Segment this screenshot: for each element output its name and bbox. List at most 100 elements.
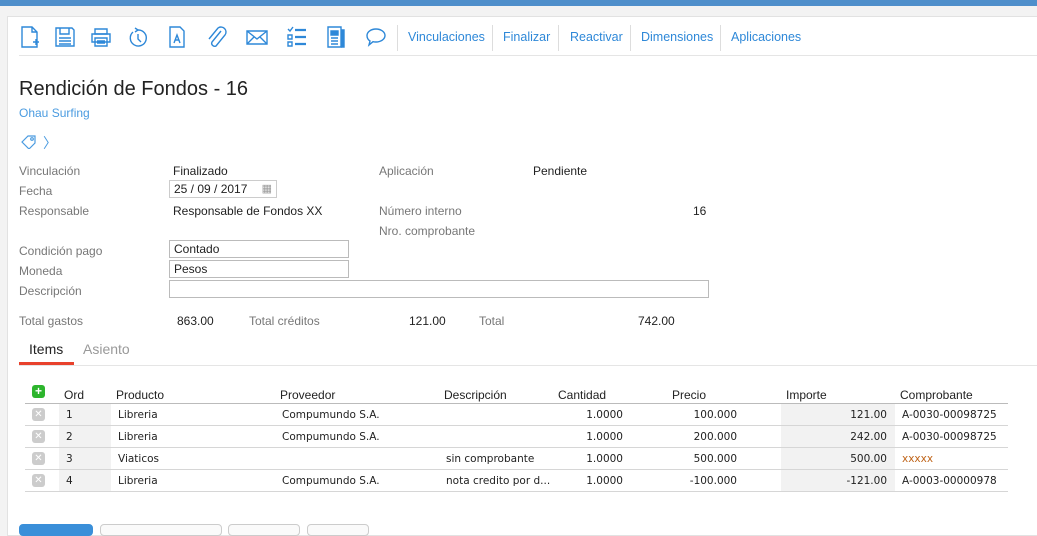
report-icon[interactable] [325,25,347,49]
cell-producto: Libreria [118,409,158,421]
cell-ord: 1 [66,409,73,421]
table-row[interactable]: ✕ 1 Libreria Compumundo S.A. 1.0000 100.000 12… [25,404,1008,426]
delete-row-icon[interactable]: ✕ [32,430,45,443]
table-row[interactable]: ✕ 3 Viaticos sin comprobante 1.0000 500.000 50… [25,448,1008,470]
cell-importe: 500.00 [850,453,887,465]
cell-comprobante: A-0003-00000978 [902,475,997,487]
numero-interno-label: Número interno [379,204,462,218]
cell-importe: 242.00 [850,431,887,443]
header-cantidad: Cantidad [558,388,607,402]
tabs-divider [19,365,1037,366]
total-gastos-value: 863.00 [177,314,214,328]
table-row[interactable]: ✕ 2 Libreria Compumundo S.A. 1.0000 200.000 24… [25,426,1008,448]
add-row-button[interactable]: + [32,385,45,398]
header-descripcion: Descripción [444,388,507,402]
dimensiones-link[interactable]: Dimensiones [641,30,713,44]
cell-proveedor: Compumundo S.A. [282,431,380,443]
tag-icon[interactable] [21,135,37,150]
cell-descripcion: sin comprobante [446,453,535,465]
responsable-label: Responsable [19,204,90,218]
toolbar-divider [397,25,398,51]
cell-cantidad: 1.0000 [586,409,623,421]
header-precio: Precio [672,388,707,402]
aplicacion-label: Aplicación [379,164,434,178]
cell-proveedor: Compumundo S.A. [282,409,380,421]
descripcion-input[interactable] [169,280,709,298]
nro-comprobante-label: Nro. comprobante [379,224,476,238]
checklist-icon[interactable] [286,25,308,49]
aplicaciones-link[interactable]: Aplicaciones [731,30,801,44]
cell-producto: Libreria [118,431,158,443]
total-label: Total [479,314,505,328]
vinculacion-value: Finalizado [173,164,228,178]
cell-comprobante: A-0030-00098725 [902,409,997,421]
toolbar-divider [630,25,631,51]
cell-cantidad: 1.0000 [586,475,623,487]
delete-row-icon[interactable]: ✕ [32,452,45,465]
finalizar-link[interactable]: Finalizar [503,30,550,44]
condicion-pago-label: Condición pago [19,244,103,258]
primary-button[interactable] [19,524,93,536]
cell-producto: Viaticos [118,453,160,465]
chevron-right-icon[interactable]: 〉 [43,133,57,153]
toolbar-divider [558,25,559,51]
total-creditos-label: Total créditos [249,314,320,328]
history-icon[interactable] [127,25,149,49]
email-icon[interactable] [246,25,268,49]
fecha-label: Fecha [19,184,53,198]
company-link[interactable]: Ohau Surfing [19,106,90,120]
cell-cantidad: 1.0000 [586,431,623,443]
moneda-input[interactable]: Pesos [169,260,349,278]
top-bar [0,0,1037,6]
new-document-icon[interactable] [19,25,41,49]
cell-ord: 4 [66,475,73,487]
vinculacion-label: Vinculación [19,164,81,178]
delete-row-icon[interactable]: ✕ [32,474,45,487]
fecha-input[interactable]: 25 / 09 / 2017 ▦ [169,180,277,198]
toolbar-separator [19,55,1037,56]
delete-row-icon[interactable]: ✕ [32,408,45,421]
toolbar-divider [492,25,493,51]
toolbar-divider [720,25,721,51]
total-gastos-label: Total gastos [19,314,84,328]
cell-comprobante: xxxxx [902,453,934,465]
tab-items[interactable]: Items [29,341,63,357]
calendar-icon[interactable]: ▦ [262,182,272,195]
print-icon[interactable] [90,25,112,49]
cell-importe: -121.00 [846,475,887,487]
cell-precio: 100.000 [693,409,737,421]
header-producto: Producto [116,388,165,402]
cell-precio: -100.000 [689,475,737,487]
reactivar-link[interactable]: Reactivar [570,30,623,44]
cell-proveedor: Compumundo S.A. [282,475,380,487]
tab-asiento[interactable]: Asiento [83,341,130,357]
descripcion-label: Descripción [19,284,82,298]
vinculaciones-link[interactable]: Vinculaciones [408,30,485,44]
cell-importe: 121.00 [850,409,887,421]
cell-comprobante: A-0030-00098725 [902,431,997,443]
cell-ord: 3 [66,453,73,465]
document-text-icon[interactable] [166,25,188,49]
cell-precio: 500.000 [693,453,737,465]
header-proveedor: Proveedor [280,388,336,402]
total-value: 742.00 [638,314,675,328]
condicion-pago-input[interactable]: Contado [169,240,349,258]
responsable-value: Responsable de Fondos XX [173,204,323,218]
table-row[interactable]: ✕ 4 Libreria Compumundo S.A. nota credito po… [25,470,1008,492]
secondary-button[interactable] [307,524,369,536]
comment-icon[interactable] [365,25,387,49]
cell-producto: Libreria [118,475,158,487]
cell-cantidad: 1.0000 [586,453,623,465]
attachment-icon[interactable] [205,25,227,49]
header-importe: Importe [786,388,827,402]
header-comprobante: Comprobante [900,388,973,402]
page-title: Rendición de Fondos - 16 [19,78,249,100]
save-icon[interactable] [54,25,76,49]
fecha-value: 25 / 09 / 2017 [174,182,248,196]
moneda-label: Moneda [19,264,63,278]
secondary-button[interactable] [100,524,222,536]
cell-ord: 2 [66,431,73,443]
secondary-button[interactable] [228,524,300,536]
cell-precio: 200.000 [693,431,737,443]
aplicacion-value: Pendiente [533,164,588,178]
